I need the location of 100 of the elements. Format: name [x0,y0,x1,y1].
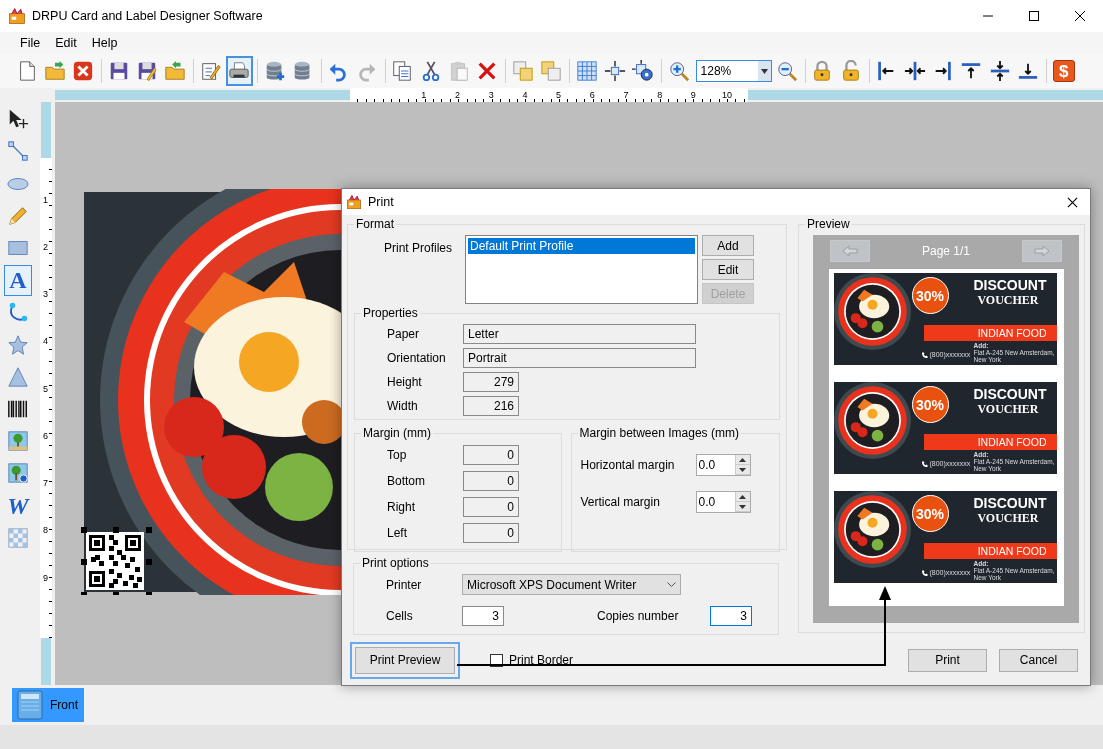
zoom-combo[interactable]: 128% [695,60,772,82]
menu-item[interactable]: Edit [49,36,84,50]
up-arrow-icon[interactable] [739,457,746,462]
ruler-number: 4 [521,89,529,102]
toolbar-button[interactable] [225,56,253,86]
card-banner: INDIAN FOOD [923,434,1057,450]
ruler-number: 2 [454,89,462,102]
page-tab[interactable]: Front [12,688,84,722]
profile-list[interactable]: Default Print Profile [465,235,698,304]
card-subtitle: VOUCHER [977,294,1039,307]
text-field[interactable]: 3 [710,606,752,626]
image-icon [7,430,29,453]
group-label: Margin (mm) [362,426,432,440]
list-item[interactable]: Default Print Profile [468,238,695,254]
group-label: Margin between Images (mm) [578,426,740,440]
field-label: Left [387,526,408,540]
checker-pattern-icon [7,526,29,549]
field-label: Horizontal margin [580,458,676,472]
checkbox-label[interactable]: Print Border [509,653,574,667]
card-title: DISCOUNT [973,387,1047,401]
card-subtitle: VOUCHER [977,403,1039,416]
text-field[interactable]: 0 [463,445,519,465]
button[interactable]: Cancel [999,648,1078,672]
image-badge-icon [7,462,29,485]
dialog-title: Print [368,195,395,209]
close-icon[interactable] [1066,196,1078,208]
field-label: Width [387,399,419,413]
spin-field[interactable]: 0.0 [695,491,751,513]
ruler-number: 9 [42,571,49,585]
discount-badge: 30% [911,386,949,423]
move-arrows-icon [603,60,626,82]
ruler-number: 1 [420,89,428,102]
close-icon[interactable] [1074,10,1086,22]
left-arrow-icon [842,245,858,257]
up-arrow-icon[interactable] [739,494,746,499]
down-arrow-icon[interactable] [739,467,746,472]
ruler-number: 6 [42,429,49,443]
barcode-icon [7,398,29,420]
field-label: Printer [386,577,423,592]
pencil-icon [7,204,29,227]
button[interactable]: Edit [702,259,754,280]
card-subtitle: VOUCHER [977,512,1039,525]
ruler-number: 5 [42,382,49,396]
open-folder-icon [43,60,66,82]
print-preview-button[interactable]: Print Preview [350,641,460,679]
field-label: Height [387,375,423,389]
ruler-number: 1 [42,193,49,207]
app-icon [346,194,362,210]
field-label: Copies number [597,609,680,623]
spin-field[interactable]: 0.0 [695,454,751,476]
group-label: Format [355,217,395,231]
field-label: Top [387,448,408,462]
maximize-icon[interactable] [1028,10,1040,22]
close-file-icon [72,60,95,82]
chevron-down-icon [667,581,676,588]
menu-item[interactable]: File [14,36,48,50]
ruler-number: 5 [555,89,563,102]
ruler-number: 7 [42,477,49,491]
card-title: DISCOUNT [973,496,1047,510]
stacked-squares-icon [540,60,563,82]
field-label: Paper [387,327,421,341]
text-field[interactable]: 3 [462,606,504,626]
ruler-number: 6 [588,89,596,102]
page-indicator: Page 1/1 [920,244,971,258]
letter-icon: A [9,268,27,293]
discount-badge: 30% [911,277,949,314]
text-field[interactable]: Portrait [463,348,696,368]
text-field[interactable]: 0 [463,471,519,491]
folder-arrow-icon [164,60,187,82]
book-icon [16,690,44,720]
text-field[interactable]: 216 [463,396,519,416]
printer-dropdown[interactable]: Microsoft XPS Document Writer [462,574,681,595]
text-field[interactable]: Letter [463,324,696,344]
field-label: Cells [386,609,414,623]
align-middle-icon [988,60,1011,82]
field-label: Orientation [387,351,447,365]
text-field[interactable]: 0 [463,497,519,517]
save-as-icon [136,60,159,82]
down-arrow-icon[interactable] [739,504,746,509]
tool-button[interactable]: A [4,264,32,296]
pointer-move-icon [7,108,29,131]
button[interactable]: Add [702,235,754,256]
ruler-number: 10 [721,89,734,102]
ruler-band [40,638,51,685]
copy-icon [391,60,414,82]
text-field[interactable]: 0 [463,523,519,543]
button[interactable]: Print [908,648,987,672]
text-field[interactable]: 279 [463,372,519,392]
menu-item[interactable]: Help [85,36,125,50]
checklist-pencil-icon [199,60,222,82]
ruler-number: 8 [656,89,664,102]
right-arrow-icon [1034,245,1050,257]
field-label: Vertical margin [580,495,661,509]
curve-icon [7,301,29,324]
grid-icon [575,60,598,82]
window-title: DRPU Card and Label Designer Software [32,9,264,23]
field-label: Right [387,500,416,514]
dropdown-arrow-icon[interactable] [760,68,768,74]
zoom-in-icon [667,60,690,82]
database-add-icon [263,60,286,82]
